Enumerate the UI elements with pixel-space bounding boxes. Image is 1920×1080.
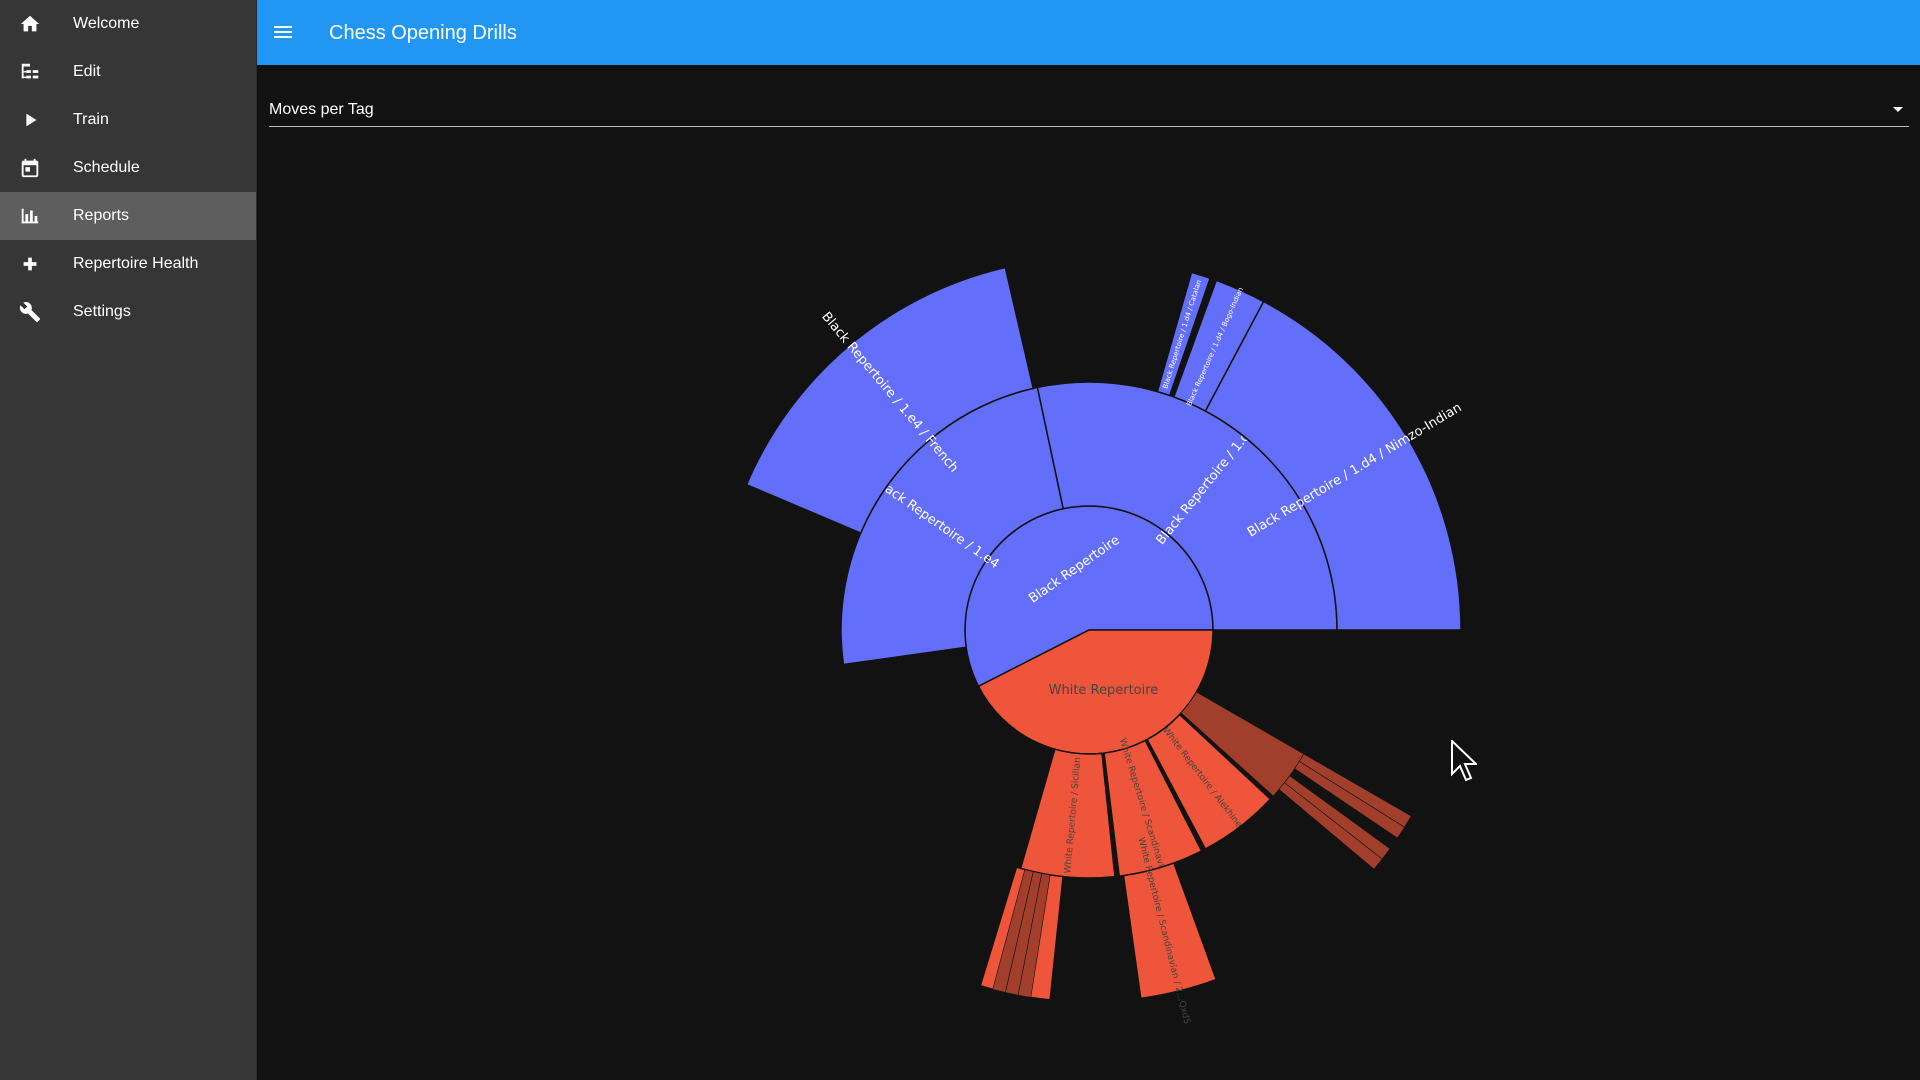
sidebar-item-label: Repertoire Health <box>73 255 199 272</box>
plus-icon <box>18 252 42 276</box>
app-root: Welcome Edit Train Schedule Reports Repe… <box>0 0 1920 1080</box>
sidebar-item-label: Welcome <box>73 15 140 32</box>
sunburst-segment-label: White Repertoire <box>1049 683 1159 698</box>
sunburst-chart[interactable]: Black RepertoireWhite RepertoireBlack Re… <box>257 65 1920 1080</box>
tree-icon <box>18 60 42 84</box>
sidebar-item-label: Train <box>73 111 109 128</box>
play-icon <box>18 108 42 132</box>
menu-icon[interactable] <box>271 20 295 44</box>
sidebar: Welcome Edit Train Schedule Reports Repe… <box>0 0 257 1080</box>
wrench-icon <box>18 300 42 324</box>
sidebar-item-welcome[interactable]: Welcome <box>0 0 256 48</box>
sidebar-item-edit[interactable]: Edit <box>0 48 256 96</box>
app-title: Chess Opening Drills <box>329 22 517 44</box>
sidebar-item-schedule[interactable]: Schedule <box>0 144 256 192</box>
sidebar-item-label: Edit <box>73 63 101 80</box>
sidebar-item-reports[interactable]: Reports <box>0 192 256 240</box>
sidebar-item-label: Schedule <box>73 159 140 176</box>
sunburst-segment-shape[interactable] <box>1122 862 1218 1000</box>
sunburst-segment[interactable]: White Repertoire / Sicilian <box>1019 748 1116 879</box>
calendar-icon <box>18 156 42 180</box>
home-icon <box>18 12 42 36</box>
mouse-cursor-icon <box>1451 740 1477 782</box>
sidebar-item-label: Reports <box>73 207 130 224</box>
app-bar: Chess Opening Drills <box>257 0 1920 65</box>
sidebar-item-train[interactable]: Train <box>0 96 256 144</box>
bar-chart-icon <box>18 204 42 228</box>
sidebar-item-repertoire-health[interactable]: Repertoire Health <box>0 240 256 288</box>
main-content: Moves per Tag Black Repertoire White Repe… <box>257 65 1920 1080</box>
sidebar-item-label: Settings <box>73 303 131 320</box>
sidebar-item-settings[interactable]: Settings <box>0 288 256 336</box>
